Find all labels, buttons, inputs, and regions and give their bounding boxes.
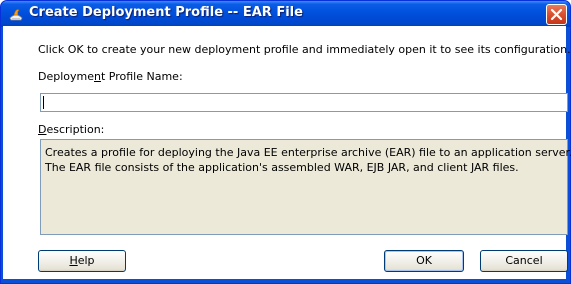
description-label: Description: [38,123,105,136]
mnemonic-underline: n [94,70,101,83]
info-text: Click OK to create your new deployment p… [38,43,571,56]
text-caret [43,96,44,109]
profile-name-label: Deployment Profile Name: [38,70,183,83]
description-field[interactable]: Creates a profile for deploying the Java… [40,139,571,235]
window-title: Create Deployment Profile -- EAR File [29,5,303,20]
description-line: The EAR file consists of the application… [45,161,519,174]
cancel-button[interactable]: Cancel [480,250,568,272]
ok-button[interactable]: OK [384,250,464,272]
close-button[interactable] [546,4,567,25]
close-icon [550,8,563,21]
jdeveloper-icon [9,9,23,21]
profile-name-input[interactable] [40,93,568,112]
description-line: Creates a profile for deploying the Java… [45,146,571,159]
title-bar[interactable]: Create Deployment Profile -- EAR File [1,1,570,27]
help-button[interactable]: Help [38,250,126,272]
